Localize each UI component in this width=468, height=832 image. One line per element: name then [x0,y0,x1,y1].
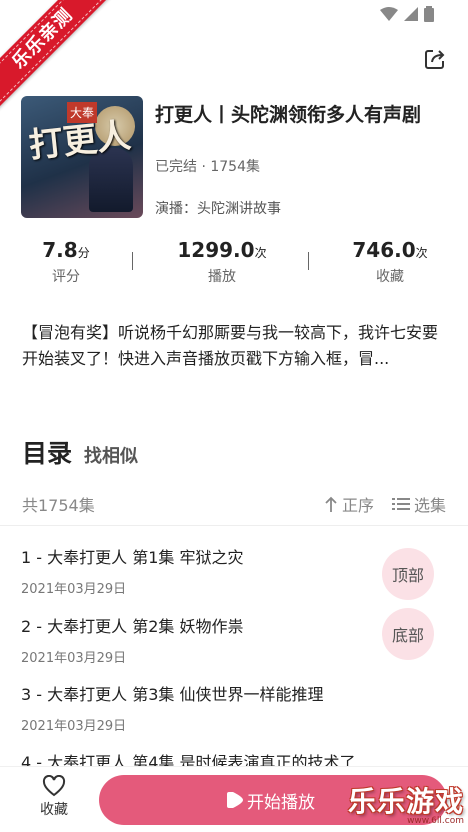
signal-icon [404,7,418,21]
episode-item[interactable]: 2 - 大奉打更人 第2集 妖物作祟 2021年03月29日 [21,613,421,666]
toc-title: 目录 [22,439,73,468]
stat-value: 746.0 [352,238,416,262]
stat-unit: 次 [254,246,267,260]
stat-favorites: 746.0次 收藏 [320,238,460,286]
book-cover[interactable]: 大奉 打更人 [21,96,143,218]
watermark-logo: 乐乐游戏 [347,785,464,818]
site-watermark: 乐乐游戏 www.6ll.com [348,780,464,826]
stat-divider [132,252,133,270]
episode-item[interactable]: 3 - 大奉打更人 第3集 仙侠世界一样能推理 2021年03月29日 [21,681,421,734]
sort-button[interactable]: 正序 [324,492,374,516]
play-icon [227,792,243,808]
stat-label: 收藏 [376,269,404,285]
episode-item[interactable]: 1 - 大奉打更人 第1集 牢狱之灾 2021年03月29日 [21,544,421,597]
toc-header: 目录 找相似 [22,434,138,470]
share-icon[interactable] [424,48,446,70]
stats-row: 7.8分 评分 1299.0次 播放 746.0次 收藏 [0,238,468,290]
heart-icon [42,775,66,797]
episode-title: 2 - 大奉打更人 第2集 妖物作祟 [21,617,244,636]
scroll-top-button[interactable]: 顶部 [382,548,434,600]
episode-date: 2021年03月29日 [21,582,127,597]
favorite-button[interactable]: 收藏 [32,775,76,819]
stat-rating: 7.8分 评分 [0,238,136,286]
stat-unit: 次 [415,246,428,260]
book-description[interactable]: 【冒泡有奖】听说杨千幻那厮要与我一较高下，我许七安要开始装叉了！快进入声音播放页… [22,320,448,372]
favorite-label: 收藏 [40,802,68,818]
stat-unit: 分 [77,246,90,260]
cover-big-text: 打更人 [27,115,133,167]
stat-label: 播放 [208,269,236,285]
stat-value: 1299.0 [177,238,255,262]
scroll-bottom-button[interactable]: 底部 [382,608,434,660]
stat-plays: 1299.0次 播放 [152,238,292,286]
select-episodes-button[interactable]: 选集 [391,492,446,516]
episode-count: 共1754集 [22,496,95,515]
book-narrator: 演播：头陀渊讲故事 [155,201,281,217]
sort-icon [325,496,337,512]
stat-label: 评分 [52,269,80,285]
play-label: 开始播放 [247,792,315,813]
episode-title: 3 - 大奉打更人 第3集 仙侠世界一样能推理 [21,685,324,704]
sort-label: 正序 [341,496,374,515]
list-icon [391,498,410,510]
episode-title: 1 - 大奉打更人 第1集 牢狱之灾 [21,548,244,567]
episode-date: 2021年03月29日 [21,719,127,734]
battery-icon [424,6,434,22]
episode-count-row: 共1754集 正序 选集 [0,488,468,526]
select-label: 选集 [413,496,446,515]
wifi-icon [380,7,398,21]
stat-divider [308,252,309,270]
book-title: 打更人丨头陀渊领衔多人有声剧 [155,104,422,126]
book-status: 已完结 · 1754集 [155,159,260,175]
stat-value: 7.8 [42,238,78,262]
episode-date: 2021年03月29日 [21,651,127,666]
find-similar-button[interactable]: 找相似 [84,442,138,468]
